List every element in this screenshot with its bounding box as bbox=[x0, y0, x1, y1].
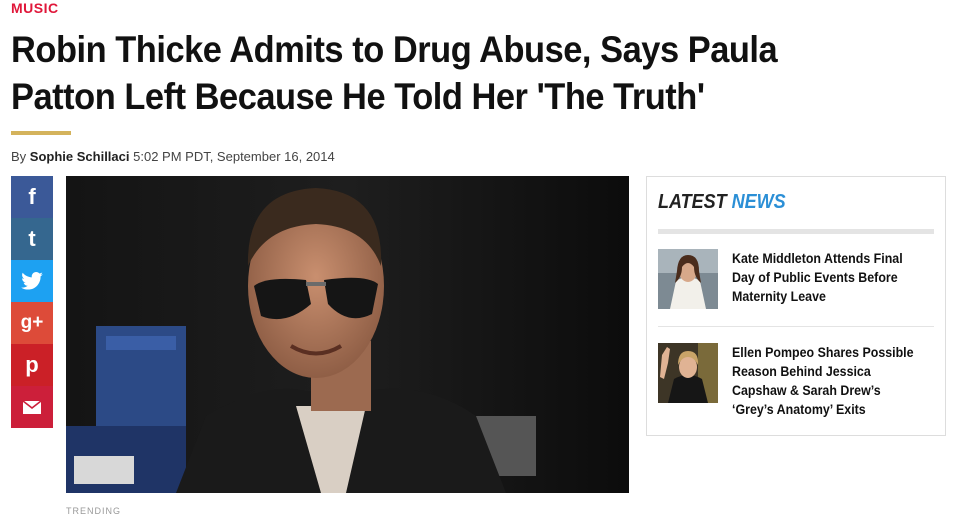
pinterest-share-button[interactable]: p bbox=[11, 344, 53, 386]
latest-news-widget: LATEST NEWS Kate Middleton Attends Final… bbox=[646, 176, 946, 436]
facebook-icon: f bbox=[28, 184, 36, 209]
googleplus-share-button[interactable]: g+ bbox=[11, 302, 53, 344]
news-divider bbox=[658, 326, 934, 327]
video-still-image bbox=[66, 176, 629, 493]
news-thumbnail[interactable] bbox=[658, 343, 718, 403]
twitter-share-button[interactable] bbox=[11, 260, 53, 302]
video-player[interactable] bbox=[66, 176, 629, 493]
email-icon bbox=[23, 400, 41, 414]
share-bar: f t g+ p bbox=[11, 176, 53, 428]
publish-timestamp: 5:02 PM PDT, September 16, 2014 bbox=[133, 149, 335, 164]
facebook-share-button[interactable]: f bbox=[11, 176, 53, 218]
latest-news-title: LATEST NEWS bbox=[658, 191, 786, 214]
tumblr-share-button[interactable]: t bbox=[11, 218, 53, 260]
twitter-icon bbox=[21, 272, 43, 290]
author-link[interactable]: Sophie Schillaci bbox=[30, 149, 130, 164]
googleplus-icon: g+ bbox=[20, 312, 44, 333]
article-headline: Robin Thicke Admits to Drug Abuse, Says … bbox=[11, 29, 778, 117]
category-label[interactable]: MUSIC bbox=[11, 0, 59, 16]
pinterest-icon: p bbox=[25, 352, 39, 377]
latest-title-part2: NEWS bbox=[731, 191, 786, 213]
latest-news-rule bbox=[658, 229, 934, 234]
headline-divider bbox=[11, 131, 71, 135]
news-thumbnail[interactable] bbox=[658, 249, 718, 309]
byline: By Sophie Schillaci 5:02 PM PDT, Septemb… bbox=[11, 149, 335, 164]
latest-title-part1: LATEST bbox=[658, 191, 727, 213]
email-share-button[interactable] bbox=[11, 386, 53, 428]
news-item-title[interactable]: Ellen Pompeo Shares Possible Reason Behi… bbox=[732, 343, 925, 419]
tumblr-icon: t bbox=[28, 226, 36, 251]
byline-prefix: By bbox=[11, 149, 27, 164]
trending-label: TRENDING bbox=[66, 506, 121, 516]
news-item-title[interactable]: Kate Middleton Attends Final Day of Publ… bbox=[732, 249, 925, 306]
